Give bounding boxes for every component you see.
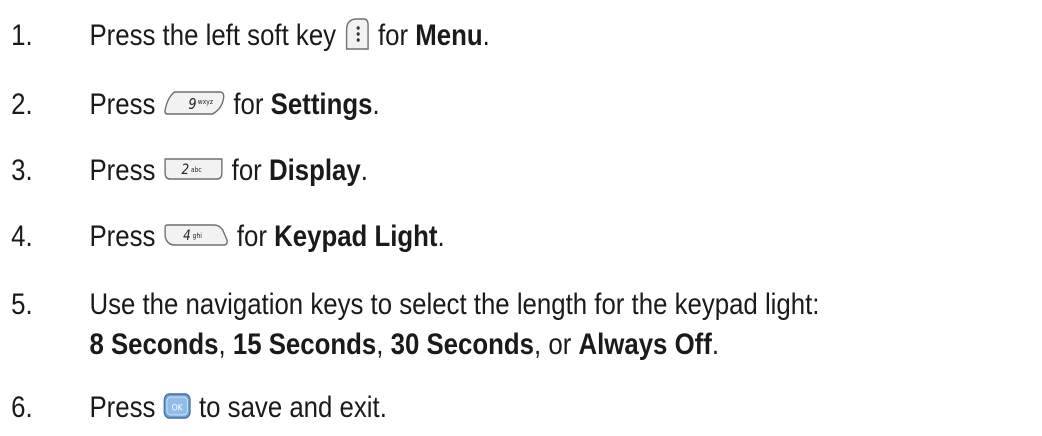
svg-text:OK: OK [172, 402, 184, 413]
step-number: 5. [11, 288, 33, 321]
ok-key-icon: OK [163, 392, 192, 420]
step-text: Press 2 abc for Display. [89, 154, 368, 187]
step-text: Use the navigation keys to select the le… [89, 288, 820, 321]
menu-term: Menu [415, 19, 483, 52]
step-text: Press OK to save and exit. [89, 391, 387, 424]
step-text-continued: 8 Seconds, 15 Seconds, 30 Seconds, or Al… [89, 328, 720, 361]
svg-text:wxyz: wxyz [198, 98, 214, 107]
step-text: Press 4 ghi for Keypad Light. [89, 220, 445, 253]
step-number: 3. [11, 154, 33, 187]
display-term: Display [268, 154, 361, 187]
step-number: 2. [11, 88, 33, 121]
step-number: 6. [11, 391, 33, 424]
svg-text:4: 4 [183, 228, 191, 244]
left-soft-key-icon [343, 16, 371, 52]
keypad-light-term: Keypad Light [274, 220, 438, 253]
key-2-abc-icon: 2 abc [163, 156, 225, 182]
key-4-ghi-icon: 4 ghi [163, 222, 230, 248]
svg-text:9: 9 [188, 96, 196, 113]
instruction-list: 1. Press the left soft key for Menu. 2. … [0, 0, 1042, 436]
option-15-seconds: 15 Seconds [232, 328, 377, 361]
settings-term: Settings [270, 88, 373, 121]
option-8-seconds: 8 Seconds [89, 328, 219, 361]
step-number: 4. [11, 220, 33, 253]
svg-text:2: 2 [181, 162, 189, 178]
svg-text:ghi: ghi [193, 232, 202, 241]
option-always-off: Always Off [578, 328, 712, 361]
svg-text:abc: abc [191, 166, 202, 175]
step-text: Press 9 wxyz for Settings. [89, 88, 380, 121]
key-9-wxyz-icon: 9 wxyz [163, 89, 227, 117]
step-text: Press the left soft key for Menu. [89, 16, 490, 56]
option-30-seconds: 30 Seconds [390, 328, 535, 361]
step-number: 1. [11, 19, 33, 52]
